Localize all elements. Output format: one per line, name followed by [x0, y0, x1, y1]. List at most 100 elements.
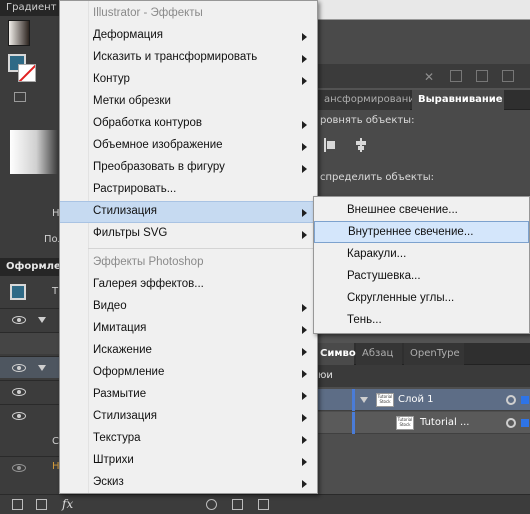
- trash-icon[interactable]: [502, 70, 514, 82]
- tab-symbol[interactable]: Символ: [314, 343, 363, 365]
- submenu-arrow-icon: [302, 143, 307, 151]
- eye-icon[interactable]: [12, 316, 26, 324]
- submenu-item-inner-glow[interactable]: Внутреннее свечение...: [314, 221, 529, 243]
- menu-item-svg-filters[interactable]: Фильтры SVG: [60, 224, 317, 246]
- submenu-arrow-icon: [302, 209, 307, 217]
- disclosure-triangle-icon[interactable]: [38, 317, 46, 323]
- selection-square-icon[interactable]: [521, 419, 529, 427]
- menu-item-convert-to-shape[interactable]: Преобразовать в фигуру: [60, 158, 317, 180]
- eye-icon[interactable]: [12, 364, 26, 372]
- menu-item-3d[interactable]: Объемное изображение: [60, 136, 317, 158]
- menu-item-label: Размытие: [93, 388, 147, 400]
- stroke-none-swatch[interactable]: [18, 64, 36, 82]
- gradient-panel-title: Градиент: [0, 0, 64, 16]
- menu-item-crop-marks[interactable]: Метки обрезки: [60, 92, 317, 114]
- appearance-row[interactable]: [0, 404, 64, 426]
- duplicate-icon[interactable]: [450, 70, 462, 82]
- align-center-icon[interactable]: [354, 138, 368, 152]
- menu-item-video[interactable]: Видео: [60, 297, 317, 319]
- disclosure-triangle-icon[interactable]: [360, 397, 368, 403]
- submenu-arrow-icon: [302, 348, 307, 356]
- duplicate-item-icon[interactable]: [232, 499, 243, 510]
- menu-item-texture[interactable]: Текстура: [60, 429, 317, 451]
- gradient-swatch[interactable]: [8, 20, 30, 46]
- appearance-letter: Т: [52, 286, 59, 297]
- submenu-arrow-icon: [302, 458, 307, 466]
- submenu-arrow-icon: [302, 370, 307, 378]
- eye-icon[interactable]: [12, 412, 26, 420]
- layer-row[interactable]: Tutorial Stock Слой 1: [314, 389, 530, 411]
- gradient-type-icon[interactable]: [14, 92, 26, 102]
- submenu-item-drop-shadow[interactable]: Тень...: [314, 310, 529, 332]
- tab-opentype[interactable]: OpenType: [404, 343, 464, 365]
- layer-name[interactable]: Слой 1: [398, 394, 434, 405]
- new-fill-icon[interactable]: [12, 499, 23, 510]
- gradient-preview[interactable]: [10, 130, 58, 174]
- submenu-arrow-icon: [302, 33, 307, 41]
- align-left-icon[interactable]: [324, 138, 338, 152]
- appearance-row[interactable]: Н: [0, 456, 64, 478]
- menu-item-distort-transform[interactable]: Исказить и трансформировать: [60, 48, 317, 70]
- menu-item-path[interactable]: Контур: [60, 70, 317, 92]
- new-item-icon[interactable]: [476, 70, 488, 82]
- menu-item-pathfinder[interactable]: Обработка контуров: [60, 114, 317, 136]
- submenu-arrow-icon: [302, 304, 307, 312]
- appearance-panel-title: Оформле: [0, 258, 64, 276]
- appearance-row[interactable]: [0, 308, 64, 330]
- menu-header-photoshop: Эффекты Photoshop: [93, 256, 204, 268]
- layer-color-bar: [352, 389, 355, 411]
- distribute-objects-label: спределить объекты:: [320, 172, 435, 183]
- effects-menu: Illustrator - Эффекты Деформация Исказит…: [59, 0, 318, 494]
- new-stroke-icon[interactable]: [36, 499, 47, 510]
- eye-icon[interactable]: [12, 388, 26, 396]
- fx-icon[interactable]: fx: [62, 497, 73, 511]
- submenu-item-round-corners[interactable]: Скругленные углы...: [314, 288, 529, 310]
- tab-align[interactable]: Выравнивание: [412, 90, 504, 110]
- menu-item-label: Стилизация: [93, 205, 158, 217]
- appearance-row[interactable]: [0, 332, 64, 354]
- layer-row[interactable]: Tutorial Stock Tutorial ...: [314, 412, 530, 434]
- menu-item-label: Объемное изображение: [93, 139, 223, 151]
- appearance-row[interactable]: [0, 380, 64, 402]
- align-panel: ровнять объекты: спределить объекты:: [318, 110, 530, 200]
- menu-header-illustrator: Illustrator - Эффекты: [93, 7, 203, 19]
- menu-item-label: Деформация: [93, 29, 163, 41]
- menu-item-appearance[interactable]: Оформление: [60, 363, 317, 385]
- menu-item-artistic[interactable]: Имитация: [60, 319, 317, 341]
- clear-appearance-icon[interactable]: [206, 499, 217, 510]
- target-circle-icon[interactable]: [506, 395, 516, 405]
- tab-transform[interactable]: ансформирование: [318, 90, 421, 110]
- trash-icon[interactable]: [258, 499, 269, 510]
- submenu-item-feather[interactable]: Растушевка...: [314, 266, 529, 288]
- menu-item-distort[interactable]: Искажение: [60, 341, 317, 363]
- disclosure-triangle-icon[interactable]: [38, 365, 46, 371]
- menu-item-label: Стилизация: [93, 410, 158, 422]
- eye-icon[interactable]: [12, 464, 26, 472]
- tab-paragraph[interactable]: Абзац: [356, 343, 402, 365]
- selection-square-icon[interactable]: [521, 396, 529, 404]
- menu-item-label: Фильтры SVG: [93, 227, 168, 239]
- layer-name[interactable]: Tutorial ...: [420, 417, 469, 428]
- submenu-arrow-icon: [302, 231, 307, 239]
- layer-thumbnail: Tutorial Stock: [396, 416, 414, 430]
- menu-item-rasterize[interactable]: Растрировать...: [60, 180, 317, 202]
- canvas-area: [318, 20, 530, 64]
- menu-item-stylize-photoshop[interactable]: Стилизация: [60, 407, 317, 429]
- menu-item-blur[interactable]: Размытие: [60, 385, 317, 407]
- appearance-row-selected[interactable]: [0, 356, 64, 378]
- appearance-fill-swatch[interactable]: [10, 284, 26, 300]
- layer-color-bar: [352, 412, 355, 434]
- menu-item-warp[interactable]: Деформация: [60, 26, 317, 48]
- menu-item-label: Штрихи: [93, 454, 134, 466]
- target-circle-icon[interactable]: [506, 418, 516, 428]
- menu-item-sketch[interactable]: Эскиз: [60, 473, 317, 495]
- align-objects-label: ровнять объекты:: [320, 115, 415, 126]
- cut-icon[interactable]: ✕: [424, 70, 436, 84]
- menu-item-stylize[interactable]: Стилизация: [60, 201, 317, 223]
- menu-item-brush-strokes[interactable]: Штрихи: [60, 451, 317, 473]
- submenu-arrow-icon: [302, 436, 307, 444]
- submenu-arrow-icon: [302, 121, 307, 129]
- submenu-item-outer-glow[interactable]: Внешнее свечение...: [314, 200, 529, 222]
- menu-item-effect-gallery[interactable]: Галерея эффектов...: [60, 275, 317, 297]
- submenu-item-scribble[interactable]: Каракули...: [314, 244, 529, 266]
